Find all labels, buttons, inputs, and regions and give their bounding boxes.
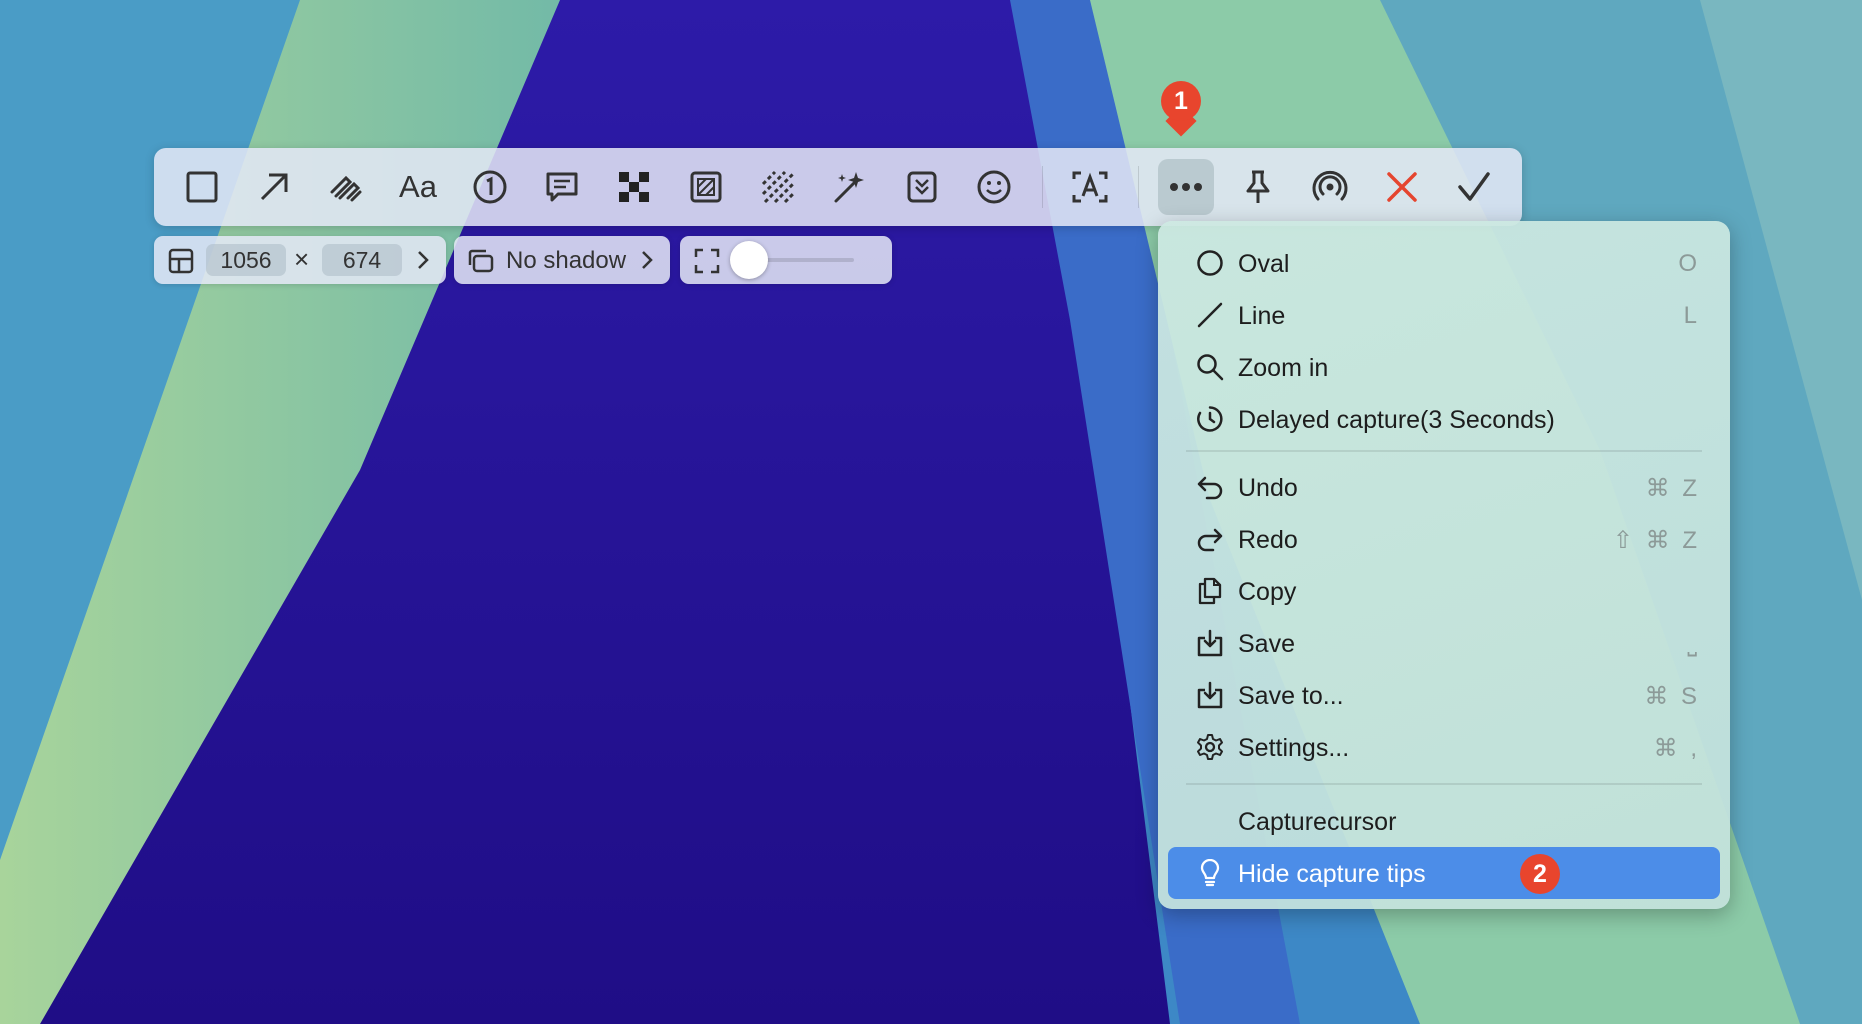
menu-separator (1186, 783, 1702, 785)
blur-tool-button[interactable] (678, 159, 734, 215)
broadcast-icon (1312, 170, 1348, 201)
toolbar-divider (1042, 166, 1043, 208)
ocr-tool-button[interactable] (1062, 159, 1118, 215)
menu-item-undo[interactable]: Undo ⌘ Z (1168, 461, 1720, 513)
menu-item-capture-cursor[interactable]: Capturecursor (1168, 795, 1720, 847)
undo-icon (1197, 476, 1223, 500)
menu-item-label: Capturecursor (1238, 808, 1397, 836)
step-badge-1: 1 (1161, 81, 1201, 121)
hatch-icon (761, 170, 795, 204)
pixelate-tool-button[interactable] (606, 159, 662, 215)
gear-icon (1197, 734, 1223, 760)
size-controls: 1056 × 674 (154, 236, 446, 284)
arrow-icon (260, 173, 288, 201)
menu-item-copy[interactable]: Copy (1168, 565, 1720, 617)
magic-tool-button[interactable] (822, 159, 878, 215)
comment-tool-button[interactable] (534, 159, 590, 215)
broadcast-button[interactable] (1302, 159, 1358, 215)
menu-item-label: Hide capture tips (1238, 860, 1426, 888)
menu-item-zoom-in[interactable]: Zoom in (1168, 341, 1720, 393)
padding-control (680, 236, 892, 284)
shadow-label: No shadow (506, 247, 627, 274)
save-to-icon (1197, 681, 1223, 709)
chevrons-down-icon (907, 171, 937, 203)
menu-item-label: Zoom in (1238, 354, 1329, 382)
menu-item-shortcut: ⌘ S (1644, 683, 1700, 710)
arrow-tool-button[interactable] (246, 159, 302, 215)
menu-item-delayed-capture[interactable]: Delayed capture(3 Seconds) (1168, 393, 1720, 445)
annotation-toolbar: Aa (154, 148, 1522, 226)
blur-icon (690, 171, 722, 203)
zoom-icon (1197, 354, 1224, 381)
lightbulb-icon (1200, 859, 1220, 887)
menu-item-label: Oval (1238, 250, 1290, 278)
menu-separator (1186, 450, 1702, 452)
times-icon: × (294, 244, 310, 274)
menu-item-label: Save to... (1238, 682, 1344, 710)
pin-button[interactable] (1230, 159, 1286, 215)
hatch-tool-button[interactable] (750, 159, 806, 215)
more-icon (1170, 183, 1202, 191)
menu-item-line[interactable]: Line L (1168, 289, 1720, 341)
pixelate-icon (619, 172, 649, 202)
menu-item-label: Settings... (1238, 734, 1350, 762)
menu-item-shortcut: ⌘ Z (1645, 475, 1700, 502)
menu-item-hide-capture-tips[interactable]: Hide capture tips (1168, 847, 1720, 899)
pen-icon (330, 175, 362, 202)
counter-tool-button[interactable] (462, 159, 518, 215)
menu-item-save[interactable]: Save ⎵ (1168, 617, 1720, 669)
confirm-button[interactable] (1446, 159, 1502, 215)
pin-icon (1246, 170, 1270, 203)
toolbar-divider (1138, 166, 1139, 208)
menu-item-label: Delayed capture(3 Seconds) (1238, 406, 1555, 434)
emoji-tool-button[interactable] (966, 159, 1022, 215)
menu-item-oval[interactable]: Oval O (1168, 237, 1720, 289)
emoji-icon (977, 170, 1011, 204)
menu-item-shortcut: O (1678, 250, 1700, 277)
menu-item-label: Redo (1238, 526, 1298, 554)
padding-slider-knob[interactable] (730, 241, 768, 279)
menu-item-shortcut: ⌘ , (1653, 735, 1700, 762)
menu-item-shortcut: ⇧ ⌘ Z (1612, 527, 1700, 554)
width-input[interactable]: 1056 (206, 244, 286, 276)
checkmark-icon (1458, 172, 1490, 201)
fullscreen-icon (694, 248, 720, 274)
menu-item-label: Copy (1238, 578, 1297, 606)
menu-item-save-to[interactable]: Save to... ⌘ S (1168, 669, 1720, 721)
menu-item-label: Save (1238, 630, 1295, 658)
menu-item-shortcut: ⎵ (1687, 630, 1700, 657)
stamp-tool-button[interactable] (894, 159, 950, 215)
window-shadow-icon (468, 249, 494, 273)
layout-icon (168, 248, 194, 274)
counter-icon (473, 170, 507, 204)
shadow-select[interactable]: No shadow (454, 236, 670, 284)
ocr-icon (1072, 171, 1108, 203)
more-options-button[interactable] (1158, 159, 1214, 215)
text-icon: Aa (399, 169, 437, 204)
text-tool-button[interactable]: Aa (390, 159, 446, 215)
oval-icon (1197, 250, 1223, 276)
cancel-button[interactable] (1374, 159, 1430, 215)
menu-item-redo[interactable]: Redo ⇧ ⌘ Z (1168, 513, 1720, 565)
height-input[interactable]: 674 (322, 244, 402, 276)
chevron-right-icon (642, 251, 653, 269)
step-badge-2: 2 (1520, 854, 1560, 894)
timer-icon (1197, 406, 1223, 432)
line-icon (1197, 302, 1223, 328)
magic-wand-icon (834, 172, 864, 203)
menu-item-settings[interactable]: Settings... ⌘ , (1168, 721, 1720, 773)
copy-icon (1198, 577, 1222, 605)
comment-icon (546, 172, 578, 202)
redo-icon (1197, 528, 1223, 552)
rectangle-icon (186, 171, 218, 203)
pen-tool-button[interactable] (318, 159, 374, 215)
rectangle-tool-button[interactable] (174, 159, 230, 215)
close-icon (1387, 172, 1417, 202)
menu-item-label: Line (1238, 302, 1286, 330)
menu-item-shortcut: L (1683, 302, 1700, 329)
menu-item-label: Undo (1238, 474, 1298, 502)
chevron-right-icon[interactable] (416, 250, 430, 270)
more-options-menu: Oval O Line L Zoom in Delayed capture(3 … (1158, 221, 1730, 909)
save-icon (1197, 629, 1223, 657)
